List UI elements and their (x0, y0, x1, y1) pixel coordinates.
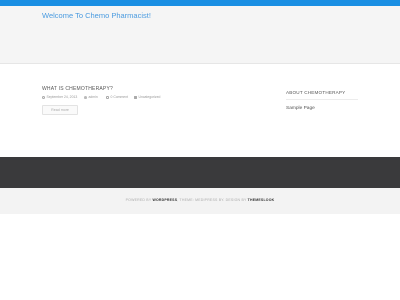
sidebar-link-sample-page[interactable]: Sample Page (286, 106, 315, 111)
comment-icon (106, 95, 109, 99)
header-divider (0, 63, 400, 64)
user-icon (84, 95, 87, 99)
post-date: September 24, 2013 (42, 95, 77, 99)
site-header: Welcome To Chemo Pharmacist! (0, 6, 400, 63)
themeslook-link[interactable]: THEMESLOOK (248, 198, 275, 202)
read-more-button[interactable]: Read more (42, 105, 78, 115)
wordpress-link[interactable]: WORDPRESS (152, 198, 177, 202)
post-title-link[interactable]: WHAT IS CHEMOTHERAPY? (42, 86, 113, 92)
post-comments[interactable]: 0 Comment (106, 95, 128, 99)
sidebar-widget-divider (286, 99, 358, 100)
post-category[interactable]: Uncategorized (134, 95, 160, 99)
folder-icon (134, 95, 137, 99)
footer-credits: POWERED BY WORDPRESS, THEME: MEDIPRESS B… (125, 198, 275, 202)
footer-widget-area (0, 157, 400, 188)
site-title-link[interactable]: Welcome To Chemo Pharmacist! (42, 11, 151, 20)
post-author[interactable]: admin (84, 95, 98, 99)
sidebar-widget-title: ABOUT CHEMOTHERAPY (286, 90, 346, 95)
clock-icon (42, 95, 45, 99)
